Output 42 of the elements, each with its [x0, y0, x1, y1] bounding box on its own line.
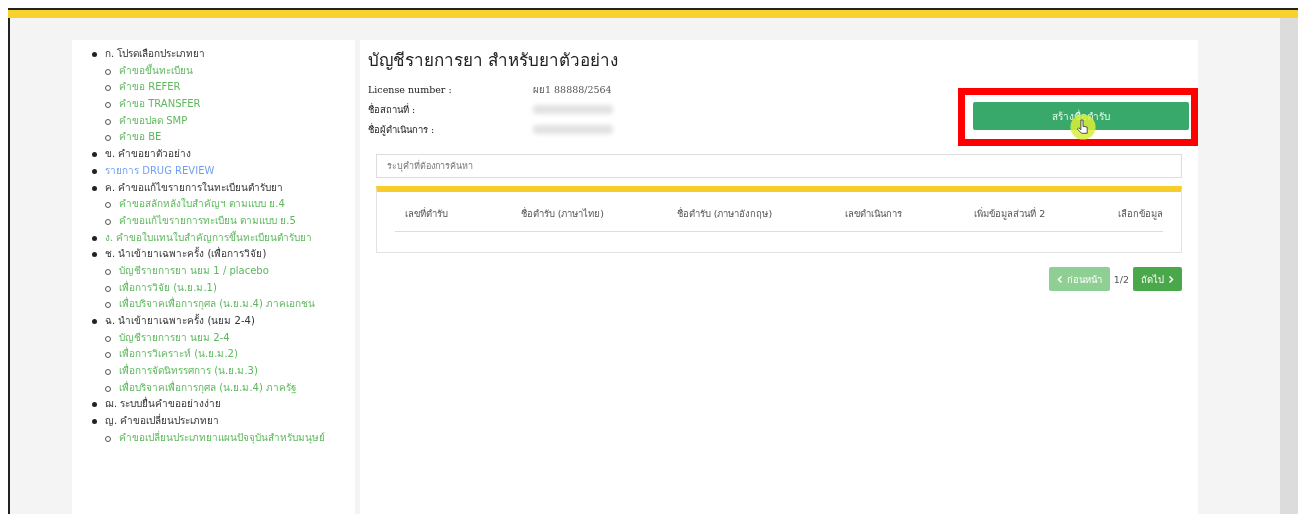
page-indicator: 1/2 [1113, 273, 1129, 285]
sidebar-item[interactable]: บัญชีรายการยา นยม 2-4 [119, 329, 355, 347]
search-field[interactable]: ระบุคำที่ต้องการค้นหา [376, 154, 1182, 178]
sidebar-item[interactable]: รายการ DRUG REVIEW [105, 162, 355, 180]
field-label: License number : [368, 83, 453, 95]
field-label: ชื่อผู้ดำเนินการ : [368, 122, 436, 137]
sidebar-item[interactable]: ก. โปรดเลือกประเภทยา [105, 46, 355, 63]
column-header: เพิ่มข้อมูลส่วนที่ 2 [974, 206, 1046, 221]
sidebar-item[interactable]: คำขอแก้ไขรายการทะเบียน ตามแบบ ย.5 [119, 212, 355, 230]
sidebar-item[interactable]: คำขอ REFER [119, 79, 355, 97]
sidebar-item[interactable]: เพื่อการวิจัย (น.ย.ม.1) [119, 279, 355, 297]
sidebar-item[interactable]: คำขอ BE [119, 129, 355, 147]
sidebar-item[interactable]: เพื่อบริจาคเพื่อการกุศล (น.ย.ม.4) ภาครัฐ [119, 379, 355, 397]
sidebar-item[interactable]: ฌ. ระบบยื่นคำขออย่างง่าย [105, 396, 355, 414]
sidebar-item[interactable]: เพื่อบริจาคเพื่อการกุศล (น.ย.ม.4) ภาคเอกชน [119, 296, 355, 313]
next-button[interactable]: ถัดไป [1133, 267, 1182, 291]
column-header: เลือกข้อมูล [1118, 207, 1163, 221]
sidebar-item[interactable]: ค. คำขอแก้ไขรายการในทะเบียนตำรับยา [105, 179, 355, 197]
create-button[interactable]: สร้างชื่อตำรับ [973, 102, 1189, 130]
sidebar-item[interactable]: ง. คำขอใบแทนใบสำคัญการขึ้นทะเบียนตำรับยา [105, 229, 355, 247]
sidebar-item[interactable]: ช. นำเข้ายาเฉพาะครั้ง (เพื่อการวิจัย) [105, 246, 355, 263]
chevron-left-icon [1056, 274, 1063, 284]
sidebar-item[interactable]: เพื่อการจัดนิทรรศการ (น.ย.ม.3) [119, 363, 355, 380]
field-value: ผย1 88888/2564 [533, 82, 612, 97]
column-header: ชื่อตำรับ (ภาษาไทย) [520, 206, 605, 221]
sidebar-item[interactable]: บัญชีรายการยา นยม 1 / placebo [119, 262, 355, 280]
scrollbar[interactable] [1280, 18, 1298, 514]
page-title: บัญชีรายการยา สำหรับยาตัวอย่าง [368, 49, 620, 72]
sidebar-item[interactable]: คำขอสลักหลังใบสำคัญฯ ตามแบบ ย.4 [119, 196, 355, 213]
sidebar-item[interactable]: เพื่อการวิเคราะห์ (น.ย.ม.2) [119, 346, 355, 364]
column-header: เลขดำเนินการ [844, 207, 902, 221]
sidebar-item[interactable]: ฉ. นำเข้ายาเฉพาะครั้ง (นยม 2-4) [105, 313, 355, 330]
sidebar-item[interactable]: คำขอขึ้นทะเบียน [119, 62, 355, 80]
chevron-right-icon [1168, 274, 1174, 284]
sidebar-item[interactable]: คำขอปลด SMP [119, 112, 355, 130]
sidebar-item[interactable]: คำขอ TRANSFER [119, 96, 355, 113]
sidebar-item[interactable]: คำขอเปลี่ยนประเภทยาแผนปัจจุบันสำหรับมนุษย์ [119, 429, 355, 447]
sidebar-item[interactable]: ข. คำขอยาตัวอย่าง [105, 146, 355, 163]
field-label: ชื่อสถานที่ : [368, 102, 417, 117]
column-header: ชื่อตำรับ (ภาษาอังกฤษ) [676, 206, 773, 221]
sidebar-item[interactable]: ญ. คำขอเปลี่ยนประเภทยา [105, 413, 355, 430]
column-header: เลขที่ตำรับ [405, 206, 448, 221]
